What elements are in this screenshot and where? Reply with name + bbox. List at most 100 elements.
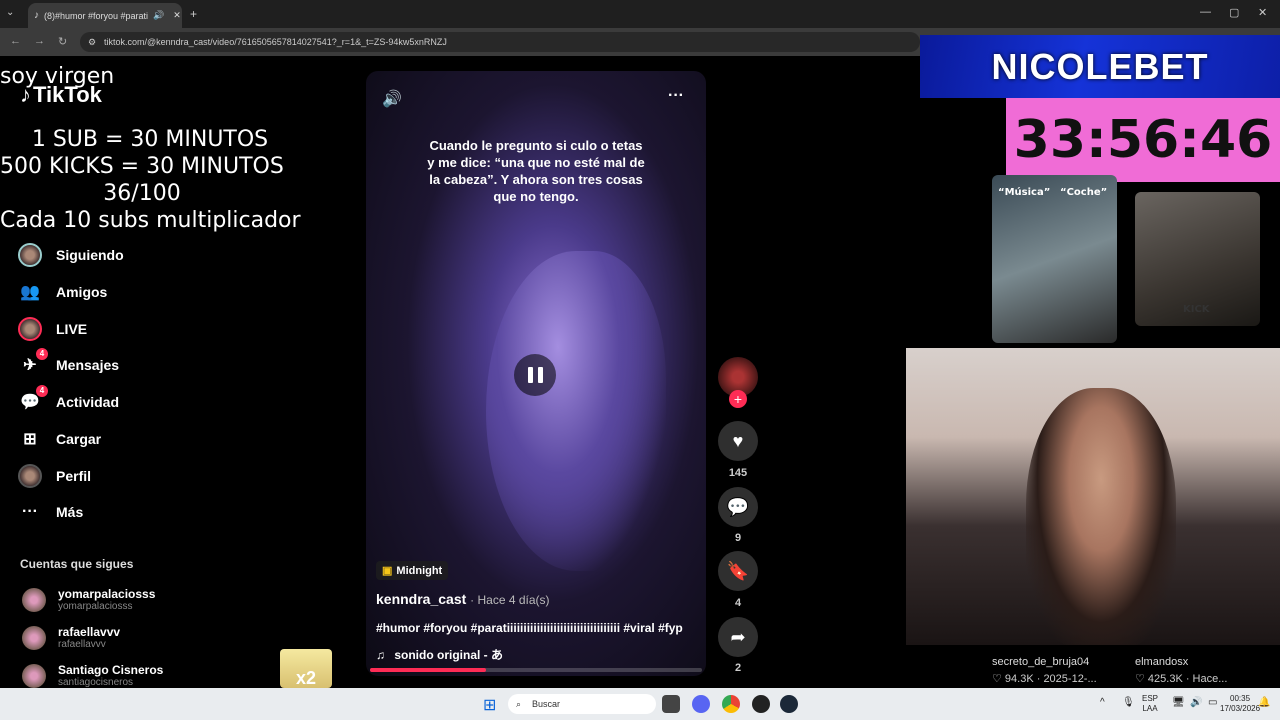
search-placeholder: Buscar — [532, 699, 561, 709]
nav-profile[interactable]: Perfil — [18, 464, 91, 488]
minimize-button[interactable]: — — [1200, 6, 1211, 18]
subathon-timer: 33:56:46 — [1006, 98, 1280, 182]
account-handle: yomarpalaciosss — [58, 601, 133, 612]
nav-friends[interactable]: 👥 Amigos — [18, 280, 107, 304]
steam-icon[interactable] — [780, 695, 798, 713]
avatar — [22, 625, 46, 650]
site-info-icon[interactable]: ⚙ — [88, 37, 96, 48]
activity-badge: 4 — [36, 385, 48, 397]
video-thumbnail[interactable]: “Música” “Coche” — [992, 175, 1117, 343]
pause-button[interactable] — [514, 354, 556, 396]
tab-close-icon[interactable]: ✕ — [173, 10, 181, 21]
maximize-button[interactable]: ▢ — [1229, 6, 1239, 19]
more-options-icon[interactable]: ··· — [668, 87, 684, 105]
account-item[interactable]: Santiago Cisneros santiagocisneros — [22, 663, 163, 688]
streamer-face — [1026, 388, 1176, 645]
chrome-icon[interactable] — [722, 695, 740, 713]
thumb-watermark: KICK — [1183, 304, 1210, 315]
following-avatar-icon — [18, 243, 42, 267]
language-indicator[interactable]: ESP LAA — [1142, 694, 1158, 714]
account-name: yomarpalaciosss — [58, 587, 156, 601]
close-window-button[interactable]: ✕ — [1258, 6, 1267, 19]
clock[interactable]: 00:35 17/03/2026 — [1220, 694, 1260, 714]
tab-list-icon[interactable]: ⌄ — [6, 7, 14, 18]
share-button[interactable]: ➦ — [718, 617, 758, 657]
forward-icon[interactable]: → — [34, 35, 45, 47]
video-player[interactable]: 🔊 ··· Cuando le pregunto si culo o tetas… — [366, 71, 706, 676]
taskbar-search[interactable]: ⌕ Buscar — [508, 694, 656, 714]
sound-label: sonido original - あ — [394, 648, 504, 662]
video-thumbnail[interactable]: KICK — [1135, 192, 1260, 326]
video-author[interactable]: kenndra_cast · Hace 4 día(s) — [376, 591, 550, 607]
windows-start-icon[interactable]: ⊞ — [483, 695, 496, 715]
audio-icon: 🔊 — [153, 10, 165, 20]
avatar — [22, 663, 46, 688]
nav-messages[interactable]: ✈ 4 Mensajes — [18, 348, 120, 377]
music-tag-icon: ▣ — [382, 565, 393, 577]
nav-profile-label: Perfil — [56, 468, 92, 484]
new-tab-button[interactable]: + — [190, 7, 197, 21]
browser-tab[interactable]: ♪ (8)#humor #foryou #parati 🔊 ✕ — [28, 3, 182, 28]
tiktok-logo[interactable]: ♪ TikTok — [20, 82, 102, 108]
nav-upload-label: Cargar — [56, 431, 102, 447]
like-button[interactable]: ♥ — [718, 421, 758, 461]
comment-button[interactable]: 💬 — [718, 487, 758, 527]
search-icon: ⌕ — [516, 698, 522, 709]
activity-icon: 💬 4 — [18, 385, 48, 414]
video-progress-bar[interactable] — [370, 668, 702, 672]
nav-activity[interactable]: 💬 4 Actividad — [18, 385, 119, 414]
card-author[interactable]: elmandosx — [1135, 656, 1188, 668]
streamer-webcam — [906, 348, 1280, 645]
more-icon: ··· — [22, 503, 38, 520]
comment-icon: 💬 — [726, 496, 750, 517]
following-title: Cuentas que sigues — [20, 557, 134, 571]
volume-icon[interactable]: 🔊 — [382, 89, 402, 109]
volume-tray-icon[interactable]: 🔊 — [1190, 698, 1202, 708]
nav-upload[interactable]: ⊞ Cargar — [18, 427, 101, 451]
video-caption: Cuando le pregunto si culo o tetas y me … — [427, 138, 645, 204]
account-name: rafaellavvv — [58, 625, 121, 639]
account-item[interactable]: yomarpalaciosss yomarpalaciosss — [22, 587, 155, 612]
card-author[interactable]: secreto_de_bruja04 — [992, 656, 1089, 668]
nav-friends-label: Amigos — [56, 284, 108, 300]
nav-following-label: Siguiendo — [56, 247, 124, 263]
messages-icon: ✈ 4 — [18, 348, 48, 377]
nav-more-label: Más — [56, 504, 84, 520]
reload-icon[interactable]: ↻ — [58, 35, 67, 48]
follow-plus-icon[interactable]: + — [729, 390, 747, 408]
discord-icon[interactable] — [692, 695, 710, 713]
nav-following[interactable]: Siguiendo — [18, 243, 124, 267]
like-count: 145 — [728, 467, 748, 479]
task-view-icon[interactable] — [662, 695, 680, 713]
nav-live[interactable]: LIVE — [18, 317, 87, 341]
author-name[interactable]: kenndra_cast — [376, 591, 466, 607]
account-item[interactable]: rafaellavvv rafaellavvv — [22, 625, 120, 650]
save-button[interactable]: 🔖 — [718, 551, 758, 591]
save-count: 4 — [734, 597, 742, 609]
overlay-line-4: 36/100 — [103, 181, 181, 206]
tray-expand-icon[interactable]: ^ — [1100, 698, 1105, 708]
clock-date: 17/03/2026 — [1220, 704, 1261, 713]
obs-icon[interactable] — [752, 695, 770, 713]
microphone-icon[interactable]: 🎙 — [1122, 698, 1135, 708]
nav-live-label: LIVE — [56, 321, 88, 337]
battery-icon[interactable]: ▭ — [1208, 698, 1217, 708]
sponsor-banner: NICOLEBET — [920, 35, 1280, 98]
music-tag[interactable]: ▣ Midnight — [376, 561, 449, 580]
bookmark-icon: 🔖 — [726, 560, 750, 581]
messages-badge: 4 — [36, 348, 48, 360]
heart-icon: ♥ — [732, 430, 744, 451]
address-bar[interactable]: ⚙ tiktok.com/@kenndra_cast/video/7616505… — [80, 32, 920, 52]
notifications-icon[interactable]: 🔔 — [1258, 698, 1270, 708]
network-icon[interactable]: 🖥 — [1172, 698, 1185, 708]
video-hashtags[interactable]: #humor #foryou #paratiiiiiiiiiiiiiiiiiii… — [376, 621, 683, 635]
video-sound[interactable]: ♫ sonido original - あ — [376, 646, 503, 663]
nav-messages-label: Mensajes — [56, 357, 120, 373]
card-stats: ♡ 425.3K · Hace... — [1135, 673, 1228, 685]
nav-more[interactable]: ··· Más — [18, 500, 83, 524]
post-time: · Hace 4 día(s) — [470, 593, 550, 607]
back-icon[interactable]: ← — [10, 35, 21, 47]
emote-sticker: x2 — [280, 649, 332, 688]
music-note-icon: ♫ — [376, 648, 385, 662]
overlay-line-2: 1 SUB = 30 MINUTOS — [31, 127, 269, 152]
